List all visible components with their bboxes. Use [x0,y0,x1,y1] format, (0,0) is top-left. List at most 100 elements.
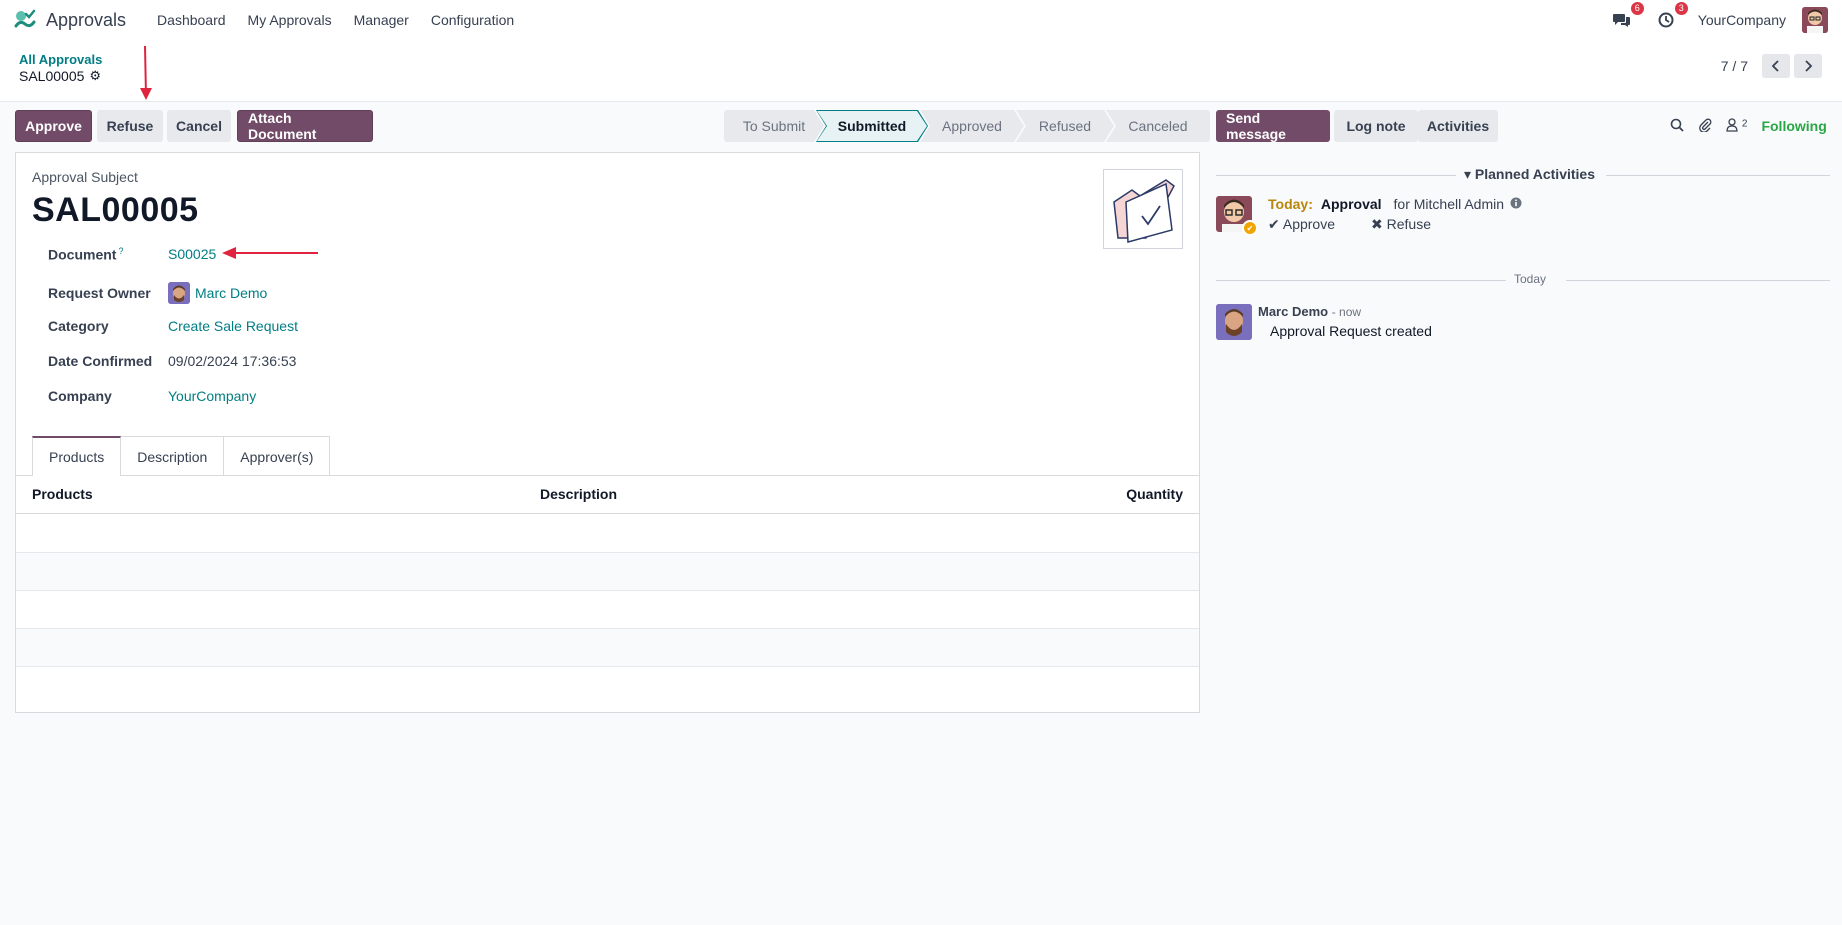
control-panel: All Approvals SAL00005 ⚙ 7 / 7 [0,40,1842,102]
date-confirmed-label: Date Confirmed [48,353,153,369]
column-quantity[interactable]: Quantity [1126,486,1183,502]
info-icon[interactable] [1510,196,1522,212]
date-separator-label: Today [1506,272,1555,286]
activity-approve-label: Approve [1282,216,1336,232]
pager-value[interactable]: 7 / 7 [1721,58,1748,74]
document-label: Document? [48,246,168,263]
message-author-name: Marc Demo [1258,304,1329,319]
divider-line [1216,175,1456,176]
message-time: - now [1331,305,1362,319]
table-row [16,667,1199,705]
send-message-button[interactable]: Send message [1216,110,1330,142]
followers-count: 2 [1741,117,1748,129]
chevron-left-icon[interactable] [1762,54,1790,78]
request-owner-label: Request Owner [48,285,151,301]
messages-badge: 6 [1630,2,1644,15]
tab-description[interactable]: Description [120,436,225,476]
status-bar: To Submit Submitted Approved Refused Can… [724,110,1210,142]
activity-due: Today: [1268,196,1313,212]
chatter-topbar-icons: 2 Following [1670,110,1827,142]
company-label: Company [48,388,112,404]
table-row [16,591,1199,629]
stage-submitted[interactable]: Submitted [816,110,928,142]
log-note-button[interactable]: Log note [1334,110,1418,142]
approve-button[interactable]: Approve [15,110,92,142]
message-body: Approval Request created [1270,323,1432,339]
search-icon[interactable] [1670,118,1684,135]
refuse-button[interactable]: Refuse [97,110,163,142]
category-image [1103,169,1183,249]
menu-my-approvals[interactable]: My Approvals [248,12,332,28]
stage-refused[interactable]: Refused [1016,110,1114,142]
breadcrumb-current-label: SAL00005 [19,68,85,84]
category-link[interactable]: Create Sale Request [168,318,298,334]
user-avatar[interactable] [1802,7,1828,33]
systray: 6 3 YourCompany [1610,0,1842,40]
field-date-confirmed: Date Confirmed 09/02/2024 17:36:53 [48,353,296,369]
chevron-right-icon[interactable] [1794,54,1822,78]
check-icon: ✔ [1242,220,1258,236]
column-description[interactable]: Description [540,486,617,502]
help-tooltip-icon[interactable]: ? [118,246,123,256]
paperclip-icon[interactable] [1698,118,1712,135]
products-table-header: Products Description Quantity [16,476,1199,514]
planned-activities-header[interactable]: ▾ Planned Activities [1216,166,1830,183]
activity-approve-link[interactable]: ✔ Approve [1268,216,1353,233]
top-navbar: Approvals Dashboard My Approvals Manager… [0,0,1842,40]
cancel-button[interactable]: Cancel [167,110,231,142]
following-button[interactable]: Following [1761,118,1826,134]
planned-activities-title[interactable]: ▾ Planned Activities [1456,166,1603,183]
activities-clock-icon[interactable]: 3 [1654,2,1688,32]
column-products[interactable]: Products [32,486,93,502]
stage-canceled[interactable]: Canceled [1106,110,1210,142]
approval-name[interactable]: SAL00005 [32,191,199,230]
company-switcher[interactable]: YourCompany [1698,12,1786,28]
message-author[interactable]: Marc Demo - now [1258,304,1361,319]
menu-configuration[interactable]: Configuration [431,12,514,28]
category-label: Category [48,318,109,334]
planned-activities-label: Planned Activities [1474,166,1595,182]
field-company: Company YourCompany [48,388,256,404]
tab-products[interactable]: Products [32,436,122,476]
document-link[interactable]: S00025 [168,246,216,262]
notebook-tabs: Products Description Approver(s) [32,436,331,476]
owner-avatar [168,282,190,304]
breadcrumb-all-approvals[interactable]: All Approvals [19,52,102,67]
approvals-app-icon[interactable] [14,9,36,31]
activity-type: Approval [1320,196,1382,212]
annotation-arrow-down [140,45,152,100]
messaging-icon[interactable]: 6 [1610,2,1644,32]
tab-approvers[interactable]: Approver(s) [223,436,331,476]
activity-summary: Today: Approval for Mitchell Admin [1268,196,1522,212]
request-owner-name[interactable]: Marc Demo [195,285,267,301]
date-confirmed-value[interactable]: 09/02/2024 17:36:53 [168,353,296,369]
activity-refuse-link[interactable]: ✖ Refuse [1371,216,1449,233]
breadcrumb-current: SAL00005 ⚙ [19,68,101,84]
followers-icon[interactable]: 2 [1726,118,1747,135]
main-menu: Dashboard My Approvals Manager Configura… [146,12,525,28]
company-link[interactable]: YourCompany [168,388,256,404]
menu-manager[interactable]: Manager [354,12,409,28]
field-category: Category Create Sale Request [48,318,298,334]
attach-document-button[interactable]: Attach Document [237,110,373,142]
request-owner-value[interactable]: Marc Demo [168,282,267,304]
activity-actions: ✔ Approve ✖ Refuse [1268,216,1467,233]
field-document: Document? S00025 [48,246,216,263]
message-author-avatar[interactable] [1216,304,1252,340]
stage-approved[interactable]: Approved [920,110,1024,142]
table-row [16,515,1199,553]
activity-refuse-label: Refuse [1386,216,1431,232]
table-row [16,629,1199,667]
pager: 7 / 7 [1721,54,1822,78]
app-name[interactable]: Approvals [46,10,126,31]
stage-submitted-label: Submitted [817,111,927,141]
menu-dashboard[interactable]: Dashboard [157,12,226,28]
divider-line [1606,175,1830,176]
activity-assignee: for Mitchell Admin [1393,196,1505,212]
activities-button[interactable]: Activities [1418,110,1498,142]
divider-line [1216,280,1506,281]
stage-to-submit[interactable]: To Submit [724,110,824,142]
activities-badge: 3 [1674,2,1688,15]
gear-icon[interactable]: ⚙ [89,68,101,84]
table-row [16,553,1199,591]
